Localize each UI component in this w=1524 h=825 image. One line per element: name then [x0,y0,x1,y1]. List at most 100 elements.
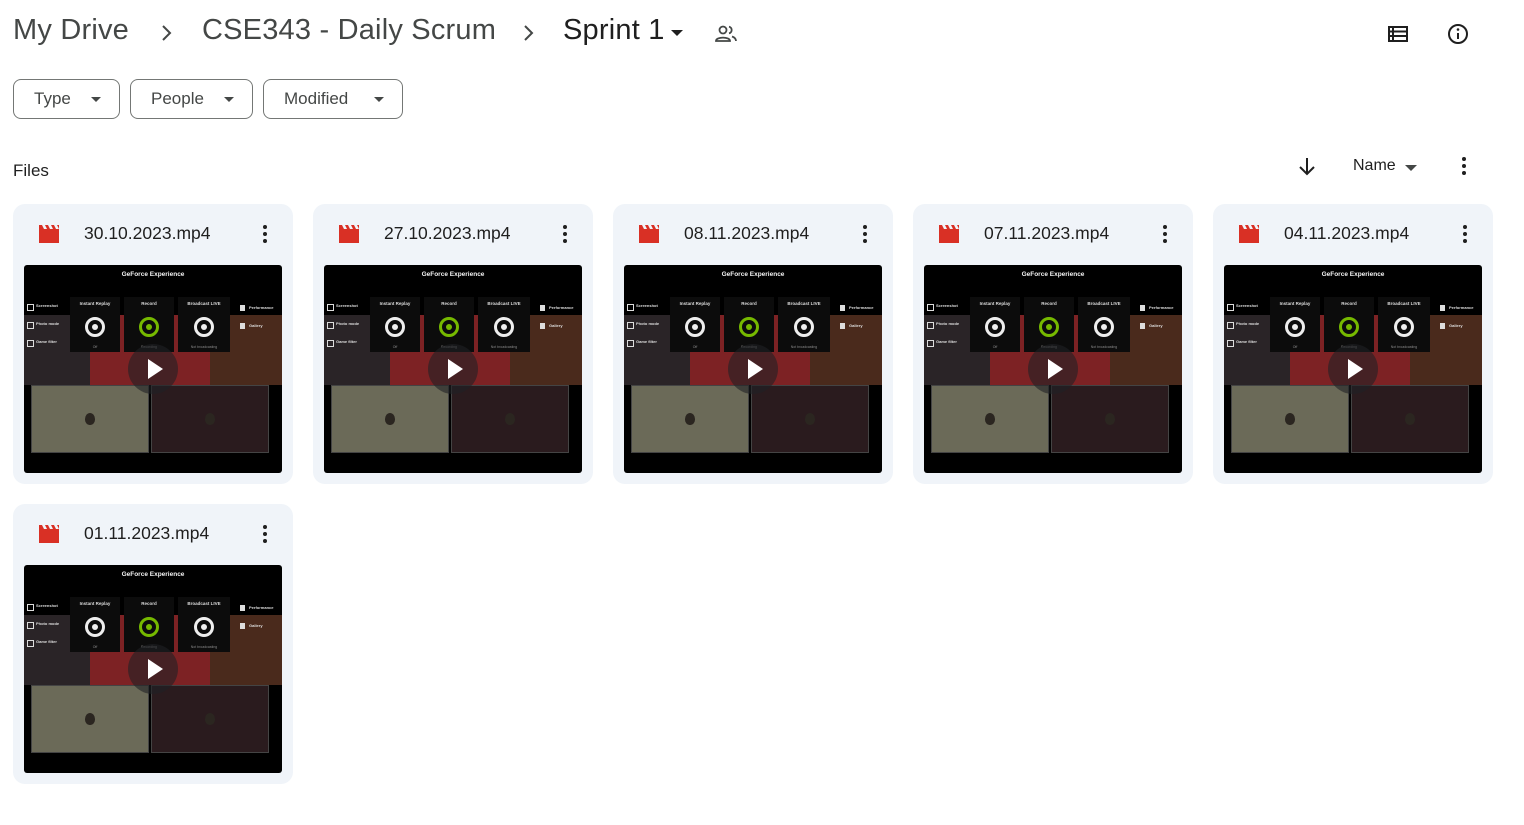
thumbnail-panel-instant-replay: Instant Replay Off [70,597,120,652]
thumbnail-panel-broadcast: Broadcast LIVE Not broadcasting [778,297,830,352]
filter-people-chip[interactable]: People [130,79,253,119]
details-button[interactable] [1442,18,1474,50]
file-card-04-11-2023-mp4[interactable]: 04.11.2023.mp4 GeForce Experience Screen… [1213,204,1493,484]
video-thumbnail[interactable]: GeForce Experience Screenshot Photo mode G… [624,265,882,473]
file-card-27-10-2023-mp4[interactable]: 27.10.2023.mp4 GeForce Experience Screen… [313,204,593,484]
thumbnail-left-menu: Screenshot Photo mode Game filter [27,603,65,657]
more-actions-button[interactable] [553,220,577,248]
video-file-icon [39,225,59,243]
file-card-07-11-2023-mp4[interactable]: 07.11.2023.mp4 GeForce Experience Screen… [913,204,1193,484]
thumbnail-right-menu: Performance Gallery [1140,305,1180,341]
file-name: 01.11.2023.mp4 [84,523,210,543]
thumbnail-right-menu: Performance Gallery [240,605,280,641]
info-icon [1448,24,1468,44]
more-vert-icon [863,225,867,243]
more-vert-icon [263,525,267,543]
thumbnail-app-title: GeForce Experience [121,271,185,278]
thumbnail-app-title: GeForce Experience [721,271,785,278]
more-actions-button[interactable] [253,220,277,248]
video-thumbnail[interactable]: GeForce Experience Screenshot Photo mode G… [324,265,582,473]
more-actions-button[interactable] [1453,220,1477,248]
file-card-08-11-2023-mp4[interactable]: 08.11.2023.mp4 GeForce Experience Screen… [613,204,893,484]
thumbnail-right-menu: Performance Gallery [840,305,880,341]
chevron-right-icon [524,25,534,41]
thumbnail-panel-instant-replay: Instant Replay Off [670,297,720,352]
file-card-30-10-2023-mp4[interactable]: 30.10.2023.mp4 GeForce Experience Screen… [13,204,293,484]
more-vert-icon [563,225,567,243]
video-file-icon [639,225,659,243]
breadcrumb-my-drive[interactable]: My Drive [13,14,129,47]
filter-type-chip[interactable]: Type [13,79,120,119]
file-name: 07.11.2023.mp4 [984,223,1110,243]
sort-by-button[interactable]: Name [1353,157,1396,175]
thumbnail-participant-tile [31,385,149,453]
filter-people-label: People [151,89,204,108]
dropdown-arrow-icon [224,97,234,102]
thumbnail-app-title: GeForce Experience [421,271,485,278]
thumbnail-right-menu: Performance Gallery [540,305,580,341]
breadcrumb-folder[interactable]: CSE343 - Daily Scrum [202,14,496,47]
thumbnail-participant-tile [1231,385,1349,453]
thumbnail-participant-tile [31,685,149,753]
thumbnail-participant-tile [1051,385,1169,453]
play-icon[interactable] [1328,344,1378,394]
play-icon[interactable] [128,644,178,694]
file-name: 04.11.2023.mp4 [1284,223,1410,243]
thumbnail-participant-tile [451,385,569,453]
filter-modified-label: Modified [284,89,349,108]
thumbnail-app-title: GeForce Experience [121,571,185,578]
header: My Drive CSE343 - Daily Scrum Sprint 1 [0,0,1524,66]
video-file-icon [1239,225,1259,243]
thumbnail-app-title: GeForce Experience [1021,271,1085,278]
breadcrumb-current-folder[interactable]: Sprint 1 [563,14,665,47]
thumbnail-panel-broadcast: Broadcast LIVE Not broadcasting [478,297,530,352]
thumbnail-panel-instant-replay: Instant Replay Off [1270,297,1320,352]
thumbnail-participant-tile [631,385,749,453]
filter-modified-chip[interactable]: Modified [263,79,403,119]
thumbnail-participant-tile [151,385,269,453]
chevron-right-icon [162,25,172,41]
thumbnail-panel-broadcast: Broadcast LIVE Not broadcasting [178,597,230,652]
play-icon[interactable] [128,344,178,394]
more-vert-icon[interactable] [1452,154,1476,178]
play-icon[interactable] [1028,344,1078,394]
thumbnail-panel-instant-replay: Instant Replay Off [370,297,420,352]
file-name: 30.10.2023.mp4 [84,223,211,243]
more-actions-button[interactable] [853,220,877,248]
more-actions-button[interactable] [1153,220,1177,248]
folder-menu-dropdown[interactable] [671,30,683,36]
thumbnail-panel-broadcast: Broadcast LIVE Not broadcasting [1378,297,1430,352]
list-view-button[interactable] [1382,18,1414,50]
thumbnail-right-menu: Performance Gallery [1440,305,1480,341]
play-icon[interactable] [728,344,778,394]
thumbnail-panel-instant-replay: Instant Replay Off [970,297,1020,352]
filter-type-label: Type [34,89,71,108]
video-file-icon [339,225,359,243]
file-card-01-11-2023-mp4[interactable]: 01.11.2023.mp4 GeForce Experience Screen… [13,504,293,784]
people-icon[interactable] [714,23,738,45]
video-thumbnail[interactable]: GeForce Experience Screenshot Photo mode G… [1224,265,1482,473]
thumbnail-left-menu: Screenshot Photo mode Game filter [327,303,365,357]
dropdown-arrow-icon [1405,165,1417,171]
more-vert-icon [1463,225,1467,243]
thumbnail-panel-instant-replay: Instant Replay Off [70,297,120,352]
video-thumbnail[interactable]: GeForce Experience Screenshot Photo mode G… [24,565,282,773]
video-file-icon [39,525,59,543]
dropdown-arrow-icon [374,97,384,102]
thumbnail-participant-tile [931,385,1049,453]
section-title: Files [13,161,49,180]
more-vert-icon [1163,225,1167,243]
thumbnail-right-menu: Performance Gallery [240,305,280,341]
thumbnail-app-title: GeForce Experience [1321,271,1385,278]
more-actions-button[interactable] [253,520,277,548]
video-thumbnail[interactable]: GeForce Experience Screenshot Photo mode G… [24,265,282,473]
more-vert-icon [263,225,267,243]
file-name: 08.11.2023.mp4 [684,223,810,243]
list-view-icon [1388,26,1408,42]
arrow-down-icon[interactable] [1295,155,1319,179]
video-thumbnail[interactable]: GeForce Experience Screenshot Photo mode G… [924,265,1182,473]
thumbnail-left-menu: Screenshot Photo mode Game filter [627,303,665,357]
thumbnail-participant-tile [331,385,449,453]
thumbnail-participant-tile [151,685,269,753]
play-icon[interactable] [428,344,478,394]
